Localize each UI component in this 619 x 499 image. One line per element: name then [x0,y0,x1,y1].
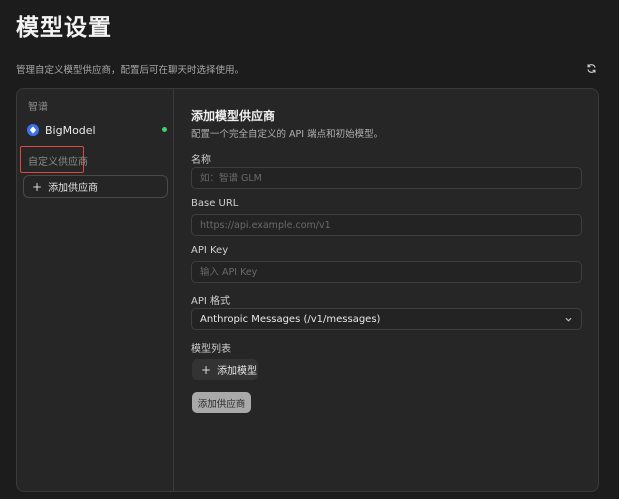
name-label: 名称 [191,155,211,166]
add-model-label: 添加模型 [217,366,258,377]
bigmodel-logo-icon [27,124,39,136]
add-model-button[interactable]: + 添加模型 [192,359,258,380]
sidebar-add-provider-label: 添加供应商 [48,183,99,194]
sidebar-item-bigmodel[interactable]: BigModel [27,121,167,139]
section-label-zhipu: 智谱 [28,102,48,113]
base-url-input[interactable] [191,214,582,236]
submit-add-provider-button[interactable]: 添加供应商 [192,392,251,413]
section-label-custom: 自定义供应商 [28,157,88,168]
form-description: 配置一个完全自定义的 API 端点和初始模型。 [191,129,384,140]
page-subtitle: 管理自定义模型供应商，配置后可在聊天时选择使用。 [16,65,245,76]
submit-label: 添加供应商 [197,398,246,410]
chevron-down-icon [565,318,572,322]
form-title: 添加模型供应商 [191,109,276,123]
base-url-label: Base URL [191,198,239,209]
api-format-label: API 格式 [191,296,230,307]
model-list-label: 模型列表 [191,344,231,355]
name-input[interactable] [191,167,582,189]
refresh-button[interactable] [583,60,599,76]
api-format-value: Anthropic Messages (/v1/messages) [200,313,381,325]
model-settings-page: 模型设置 管理自定义模型供应商，配置后可在聊天时选择使用。 智谱 BigMode… [0,0,619,499]
refresh-icon [587,63,595,73]
provider-name: BigModel [45,123,96,137]
api-key-input[interactable] [191,261,582,283]
settings-panel: 智谱 BigModel 自定义供应商 + 添加供应商 添加模型供应商 配置一个完… [16,88,599,492]
provider-form: 添加模型供应商 配置一个完全自定义的 API 端点和初始模型。 名称 Base … [191,89,591,491]
status-dot-icon [162,127,167,132]
plus-icon: + [201,362,212,377]
provider-sidebar: 智谱 BigModel 自定义供应商 + 添加供应商 [17,89,174,491]
sidebar-add-provider-button[interactable]: + 添加供应商 [23,175,168,198]
api-key-label: API Key [191,245,229,256]
page-title: 模型设置 [16,15,112,41]
api-format-select[interactable]: Anthropic Messages (/v1/messages) [191,308,582,330]
plus-icon: + [32,179,43,194]
